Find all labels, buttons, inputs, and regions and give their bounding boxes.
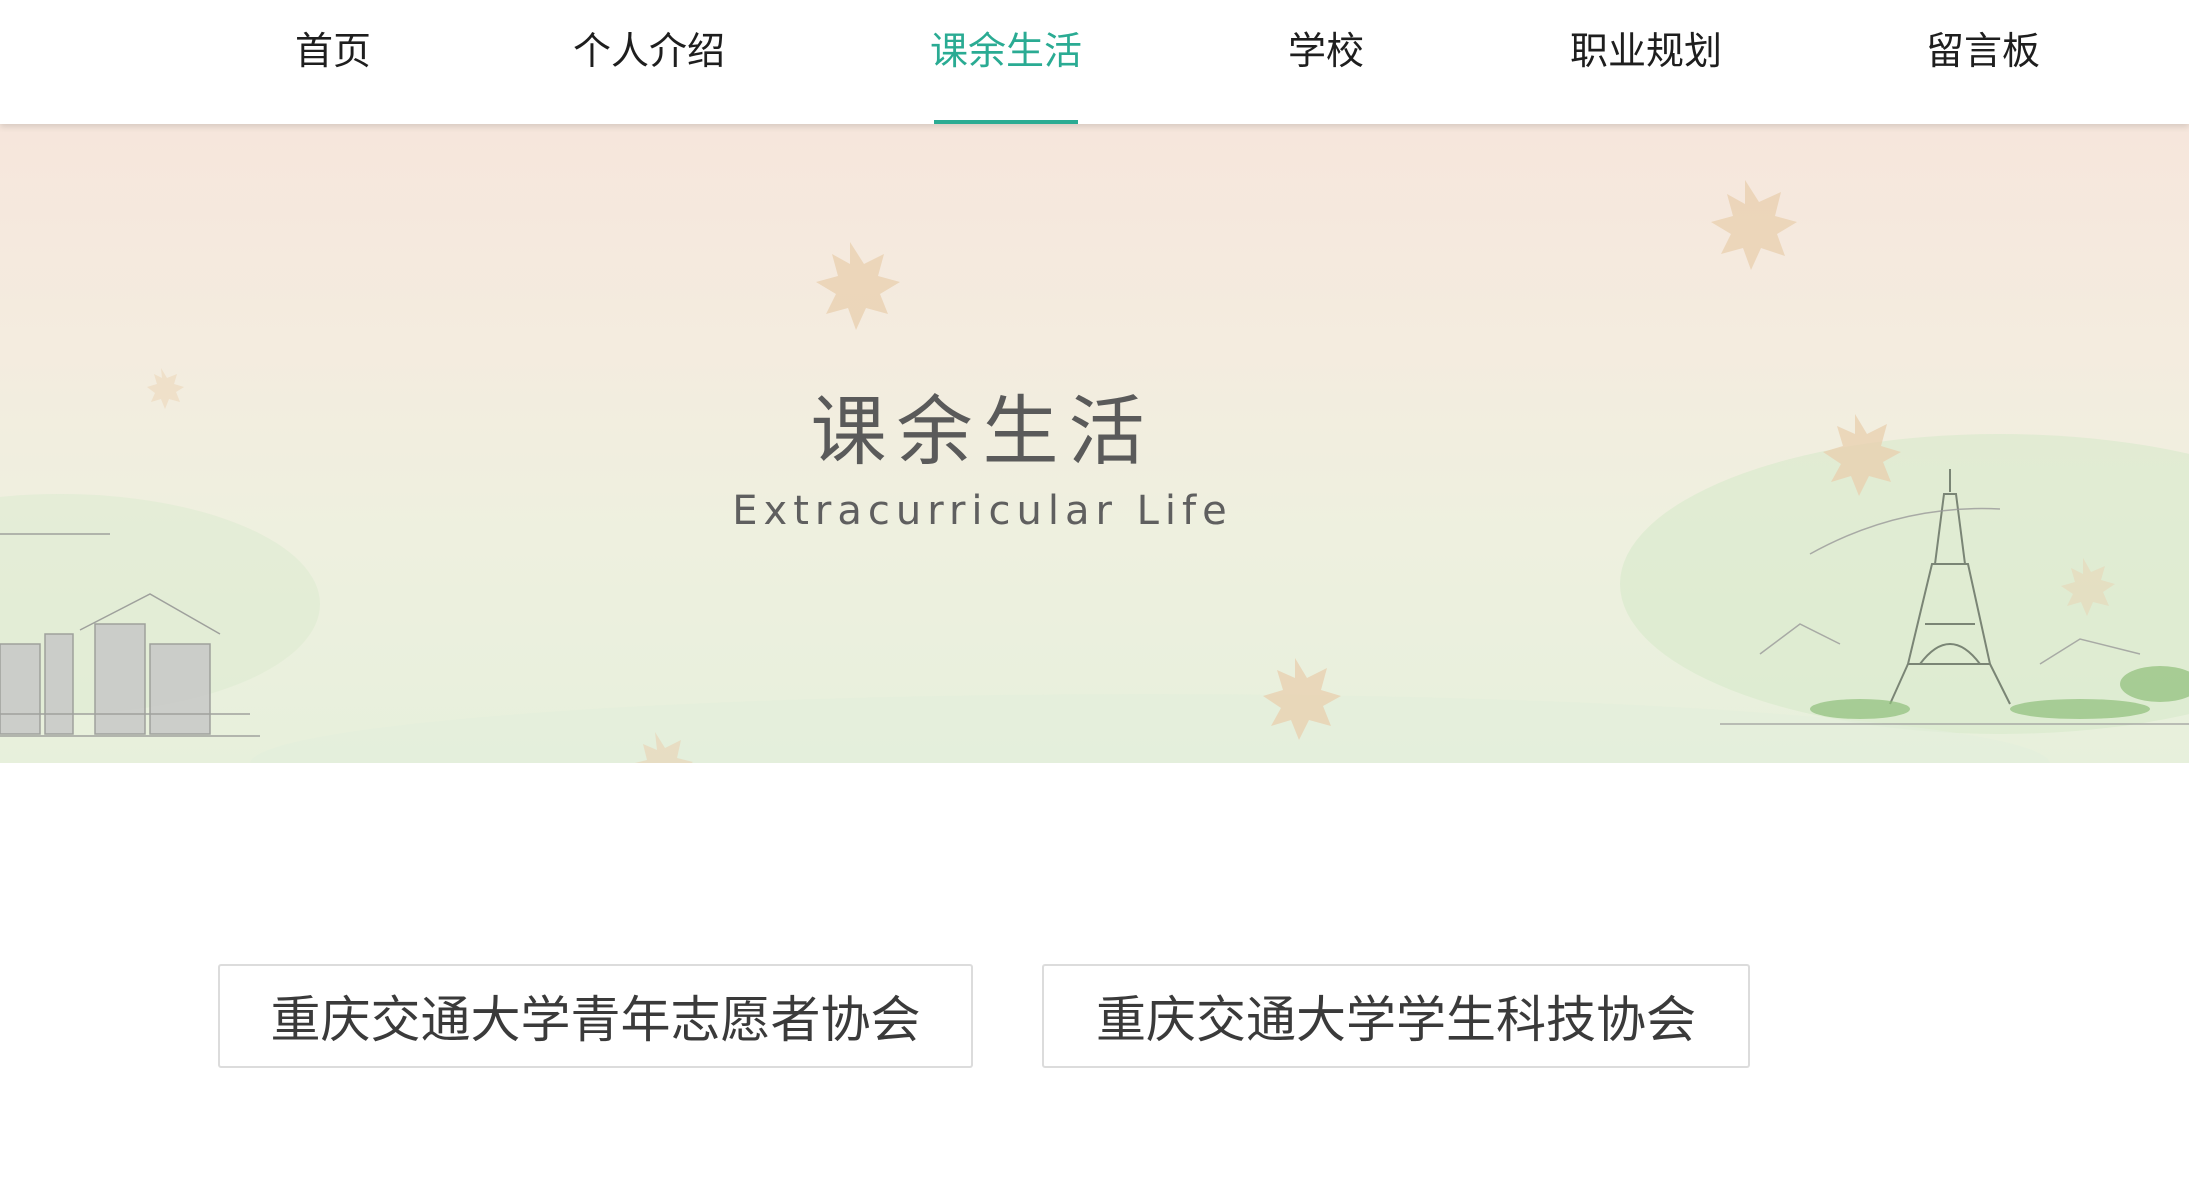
banner-subtitle: Extracurricular Life bbox=[732, 488, 1233, 534]
nav-item-guestbook[interactable]: 留言板 bbox=[1926, 0, 2040, 124]
nav-item-school[interactable]: 学校 bbox=[1282, 0, 1370, 124]
nav-item-label: 课余生活 bbox=[930, 29, 1083, 73]
nav-item-career[interactable]: 职业规划 bbox=[1570, 0, 1722, 124]
card-label: 重庆交通大学学生科技协会 bbox=[1096, 991, 1696, 1049]
nav-item-about[interactable]: 个人介绍 bbox=[573, 0, 725, 124]
top-nav: 首页 个人介绍 课余生活 学校 职业规划 留言板 bbox=[0, 0, 2189, 124]
nav-item-label: 个人介绍 bbox=[573, 29, 726, 73]
volunteer-association-card[interactable]: 重庆交通大学青年志愿者协会 bbox=[218, 964, 973, 1068]
nav-item-label: 学校 bbox=[1287, 29, 1364, 73]
nav-item-label: 首页 bbox=[294, 29, 371, 73]
nav-item-label: 留言板 bbox=[1926, 29, 2041, 73]
tech-association-card[interactable]: 重庆交通大学学生科技协会 bbox=[1042, 964, 1750, 1068]
nav-item-home[interactable]: 首页 bbox=[283, 0, 383, 124]
card-label: 重庆交通大学青年志愿者协会 bbox=[270, 991, 921, 1049]
active-tab-underline bbox=[934, 120, 1078, 124]
nav-item-extracurricular[interactable]: 课余生活 bbox=[930, 0, 1082, 124]
hero-banner: 课余生活 Extracurricular Life bbox=[0, 124, 2189, 763]
nav-item-label: 职业规划 bbox=[1570, 29, 1723, 73]
banner-title: 课余生活 bbox=[810, 387, 1155, 476]
